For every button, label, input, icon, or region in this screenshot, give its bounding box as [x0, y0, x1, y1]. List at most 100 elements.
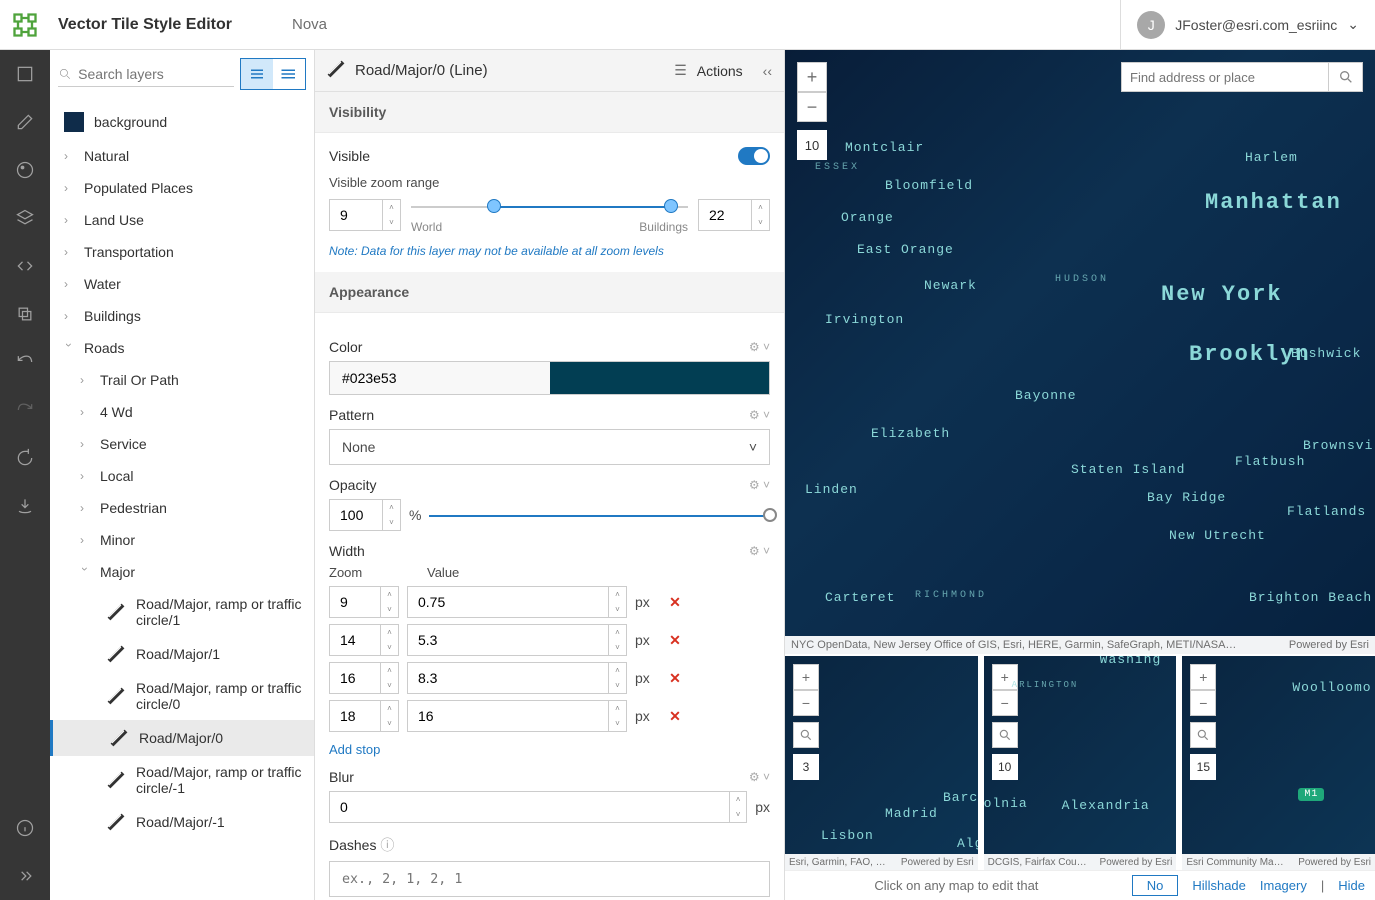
blur-input[interactable]: ˄˅ [329, 791, 747, 823]
layer-group[interactable]: ›Water [50, 268, 314, 300]
layer-leaf[interactable]: Road/Major/1 [50, 636, 314, 672]
stop-value-input[interactable]: ˄˅ [407, 624, 627, 656]
stop-zoom-input[interactable]: ˄˅ [329, 662, 399, 694]
search-icon[interactable] [1190, 722, 1216, 748]
map-place-label: Irvington [825, 312, 904, 327]
opacity-input[interactable]: ˄˅ [329, 499, 401, 531]
main-map[interactable]: + − 10 MontclairBloomfieldESSEXOrangeEas… [785, 50, 1375, 654]
hide-link[interactable]: Hide [1338, 878, 1365, 893]
zoom-out-button[interactable]: − [793, 690, 819, 716]
step-down-icon[interactable]: ˅ [383, 215, 400, 230]
actions-menu-icon[interactable]: ☰ [674, 62, 687, 79]
layer-subgroup[interactable]: ›4 Wd [50, 396, 314, 428]
delete-stop-icon[interactable]: ✕ [667, 632, 683, 649]
stop-zoom-input[interactable]: ˄˅ [329, 700, 399, 732]
delete-stop-icon[interactable]: ✕ [667, 594, 683, 611]
layer-subgroup[interactable]: ›Pedestrian [50, 492, 314, 524]
layer-leaf[interactable]: Road/Major, ramp or traffic circle/1 [50, 588, 314, 636]
stop-value-input[interactable]: ˄˅ [407, 700, 627, 732]
layer-group[interactable]: ›Natural [50, 140, 314, 172]
mini-map[interactable]: +−10WashingARLINGTONolniaAlexandriaDCGIS… [984, 656, 1177, 870]
user-menu[interactable]: J JFoster@esri.com_esriinc ⌄ [1120, 0, 1375, 49]
zoom-out-button[interactable]: − [1190, 690, 1216, 716]
mini-map[interactable]: +−3MadridLisbonBarceAlgEsri, Garmin, FAO… [785, 656, 978, 870]
editor-title: Road/Major/0 (Line) [355, 62, 664, 79]
visible-toggle[interactable] [738, 147, 770, 165]
layer-group[interactable]: ›Transportation [50, 236, 314, 268]
rail-download-icon[interactable] [0, 482, 50, 530]
rail-edit-icon[interactable] [0, 98, 50, 146]
map-attribution: NYC OpenData, New Jersey Office of GIS, … [791, 639, 1236, 651]
map-search-input[interactable] [1121, 62, 1329, 92]
layer-subgroup[interactable]: ›Local [50, 460, 314, 492]
no-button[interactable]: No [1132, 875, 1179, 896]
gear-icon[interactable]: ⚙︎ ˅ [749, 340, 770, 354]
layer-subgroup[interactable]: ›Trail Or Path [50, 364, 314, 396]
gear-icon[interactable]: ⚙︎ ˅ [749, 478, 770, 492]
search-icon[interactable] [1329, 62, 1363, 92]
mini-powered: Powered by Esri [1100, 857, 1173, 868]
style-name[interactable]: Nova [292, 16, 327, 33]
step-up-icon[interactable]: ˄ [383, 200, 400, 215]
search-icon[interactable] [992, 722, 1018, 748]
list-flat-icon[interactable] [273, 59, 305, 89]
layer-leaf[interactable]: Road/Major, ramp or traffic circle/-1 [50, 756, 314, 804]
zoom-out-button[interactable]: − [797, 92, 827, 122]
pattern-select[interactable]: None ˅ [329, 429, 770, 465]
collapse-panel-icon[interactable]: ‹‹ [763, 63, 772, 79]
stop-zoom-input[interactable]: ˄˅ [329, 586, 399, 618]
layer-group[interactable]: ›Land Use [50, 204, 314, 236]
rail-refresh-icon[interactable] [0, 434, 50, 482]
layer-label: Road/Major, ramp or traffic circle/1 [136, 596, 304, 628]
layer-search[interactable] [58, 62, 234, 87]
actions-label[interactable]: Actions [697, 63, 743, 79]
zoom-in-button[interactable]: + [1190, 664, 1216, 690]
layer-group[interactable]: ›Buildings [50, 300, 314, 332]
color-input[interactable] [329, 361, 770, 395]
delete-stop-icon[interactable]: ✕ [667, 708, 683, 725]
opacity-slider[interactable] [429, 505, 770, 525]
delete-stop-icon[interactable]: ✕ [667, 670, 683, 687]
hillshade-link[interactable]: Hillshade [1192, 878, 1245, 893]
search-input[interactable] [78, 66, 234, 82]
gear-icon[interactable]: ⚙︎ ˅ [749, 770, 770, 784]
layer-subgroup[interactable]: ›Minor [50, 524, 314, 556]
list-tree-icon[interactable] [241, 59, 273, 89]
stop-zoom-input[interactable]: ˄˅ [329, 624, 399, 656]
layer-leaf[interactable]: Road/Major, ramp or traffic circle/0 [50, 672, 314, 720]
rail-layers-icon[interactable] [0, 194, 50, 242]
layer-leaf[interactable]: Road/Major/0 [50, 720, 314, 756]
rail-info-icon[interactable] [0, 804, 50, 852]
zoom-in-button[interactable]: + [793, 664, 819, 690]
layer-subgroup[interactable]: ›Major [50, 556, 314, 588]
stop-value-input[interactable]: ˄˅ [407, 586, 627, 618]
rail-palette-icon[interactable] [0, 146, 50, 194]
zoom-slider[interactable] [411, 196, 688, 216]
stop-value-input[interactable]: ˄˅ [407, 662, 627, 694]
layer-group[interactable]: ›Roads [50, 332, 314, 364]
imagery-link[interactable]: Imagery [1260, 878, 1307, 893]
layer-background[interactable]: background [50, 104, 314, 140]
zoom-max-input[interactable]: 22 ˄˅ [698, 199, 770, 231]
dashes-input[interactable] [329, 861, 770, 897]
layer-subgroup[interactable]: ›Service [50, 428, 314, 460]
rail-undo-icon[interactable] [0, 338, 50, 386]
zoom-out-button[interactable]: − [992, 690, 1018, 716]
layer-group[interactable]: ›Populated Places [50, 172, 314, 204]
rail-collapse-icon[interactable] [0, 852, 50, 900]
rail-code-icon[interactable] [0, 242, 50, 290]
gear-icon[interactable]: ⚙︎ ˅ [749, 408, 770, 422]
zoom-in-button[interactable]: + [797, 62, 827, 92]
rail-styles-icon[interactable] [0, 50, 50, 98]
map-search[interactable] [1121, 62, 1363, 92]
color-swatch[interactable] [550, 362, 769, 394]
mini-map[interactable]: +−15WoolloomoM1Esri Community Ma…Powered… [1182, 656, 1375, 870]
layer-leaf[interactable]: Road/Major/-1 [50, 804, 314, 840]
zoom-min-input[interactable]: 9 ˄˅ [329, 199, 401, 231]
search-icon[interactable] [793, 722, 819, 748]
add-stop-button[interactable]: Add stop [329, 742, 380, 757]
rail-copy-icon[interactable] [0, 290, 50, 338]
gear-icon[interactable]: ⚙︎ ˅ [749, 544, 770, 558]
rail-redo-icon[interactable] [0, 386, 50, 434]
chevron-icon: › [64, 277, 74, 291]
